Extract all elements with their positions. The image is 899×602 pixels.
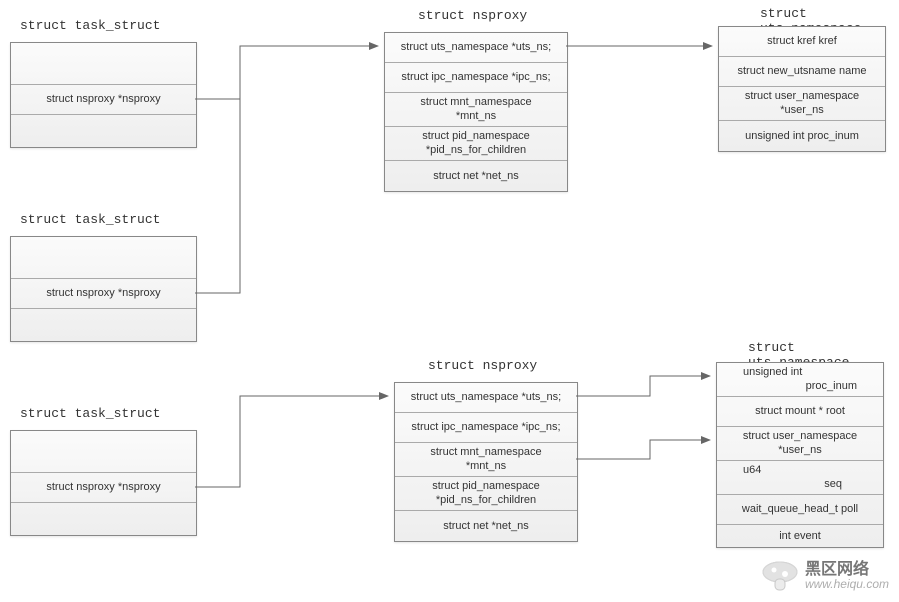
mntns2-seq: u64 seq [717,461,883,495]
nsproxy2-mnt: struct mnt_namespace *mnt_ns [395,443,577,477]
watermark: 黑区网络 www.heiqu.com [761,560,889,592]
nsproxy1-pid-l2: *pid_ns_for_children [426,144,526,157]
mntns2-procinum: unsigned int proc_inum [717,363,883,397]
mntns2-userns-l2: *user_ns [778,444,821,457]
box-uts1: struct kref kref struct new_utsname name… [718,26,886,152]
task3-field-empty1 [11,431,196,473]
nsproxy2-pid-l2: *pid_ns_for_children [436,494,536,507]
box-nsproxy1: struct uts_namespace *uts_ns; struct ipc… [384,32,568,192]
box-task2: struct nsproxy *nsproxy [10,236,197,342]
uts1-procinum: unsigned int proc_inum [719,121,885,151]
task2-field-empty1 [11,237,196,279]
mntns2-seq-l1: u64 [743,464,761,477]
mntns2-event: int event [717,525,883,547]
task1-field-empty2 [11,115,196,147]
nsproxy1-pid-l1: struct pid_namespace [422,130,530,143]
mntns2-userns-l1: struct user_namespace [743,430,857,443]
box-nsproxy2: struct uts_namespace *uts_ns; struct ipc… [394,382,578,542]
task3-field-nsproxy: struct nsproxy *nsproxy [11,473,196,503]
task2-field-nsproxy: struct nsproxy *nsproxy [11,279,196,309]
nsproxy2-uts: struct uts_namespace *uts_ns; [395,383,577,413]
task1-field-empty1 [11,43,196,85]
task1-field-nsproxy: struct nsproxy *nsproxy [11,85,196,115]
nsproxy2-mnt-l1: struct mnt_namespace [430,446,541,459]
nsproxy1-mnt-l1: struct mnt_namespace [420,96,531,109]
mushroom-icon [761,560,799,592]
uts1-userns-l2: *user_ns [780,104,823,117]
task2-field-empty2 [11,309,196,341]
nsproxy1-uts: struct uts_namespace *uts_ns; [385,33,567,63]
nsproxy2-net: struct net *net_ns [395,511,577,541]
box-task3: struct nsproxy *nsproxy [10,430,197,536]
title-task2: struct task_struct [20,212,160,227]
nsproxy2-ipc: struct ipc_namespace *ipc_ns; [395,413,577,443]
title-task1: struct task_struct [20,18,160,33]
nsproxy1-ipc: struct ipc_namespace *ipc_ns; [385,63,567,93]
box-mntns2: unsigned int proc_inum struct mount * ro… [716,362,884,548]
nsproxy1-pid: struct pid_namespace *pid_ns_for_childre… [385,127,567,161]
nsproxy2-pid-l1: struct pid_namespace [432,480,540,493]
mntns2-root: struct mount * root [717,397,883,427]
nsproxy1-mnt: struct mnt_namespace *mnt_ns [385,93,567,127]
uts1-name: struct new_utsname name [719,57,885,87]
nsproxy1-mnt-l2: *mnt_ns [456,110,496,123]
mntns2-poll: wait_queue_head_t poll [717,495,883,525]
task3-field-empty2 [11,503,196,535]
mntns2-procinum-l2: proc_inum [806,380,857,393]
watermark-domain: www.heiqu.com [805,578,889,591]
mntns2-userns: struct user_namespace *user_ns [717,427,883,461]
mntns2-seq-l2: seq [824,478,842,491]
nsproxy2-mnt-l2: *mnt_ns [466,460,506,473]
title-nsproxy2: struct nsproxy [428,358,537,373]
uts1-userns: struct user_namespace *user_ns [719,87,885,121]
nsproxy1-net: struct net *net_ns [385,161,567,191]
uts1-kref: struct kref kref [719,27,885,57]
uts1-userns-l1: struct user_namespace [745,90,859,103]
watermark-cn: 黑区网络 [805,561,889,579]
box-task1: struct nsproxy *nsproxy [10,42,197,148]
mntns2-procinum-l1: unsigned int [743,366,802,379]
title-nsproxy1: struct nsproxy [418,8,527,23]
title-task3: struct task_struct [20,406,160,421]
nsproxy2-pid: struct pid_namespace *pid_ns_for_childre… [395,477,577,511]
